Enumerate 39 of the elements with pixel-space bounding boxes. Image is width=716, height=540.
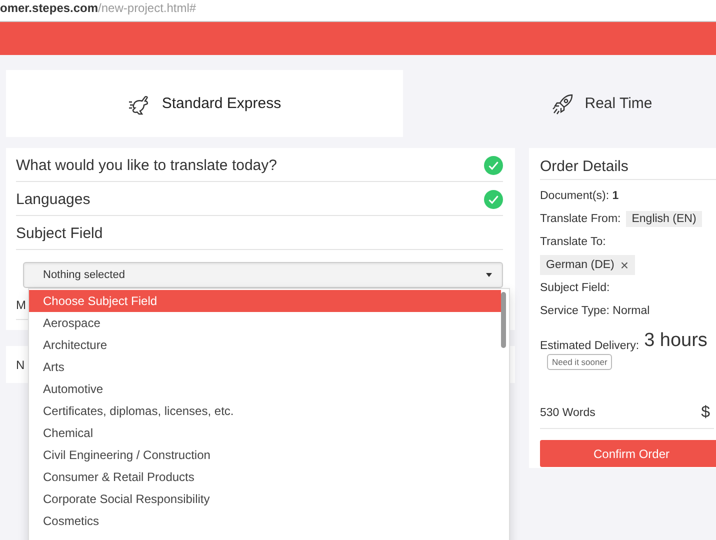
field-label: Subject Field: — [540, 282, 610, 294]
panel-text: N — [16, 358, 25, 372]
dropdown-option[interactable]: Consumer & Retail Products — [29, 466, 501, 488]
word-count: 530 Words — [540, 407, 596, 419]
dropdown-option[interactable]: Aerospace — [29, 312, 501, 334]
check-icon — [484, 156, 503, 175]
panel-title: Order Details — [540, 148, 716, 180]
dropdown-option[interactable]: Chemical — [29, 422, 501, 444]
step-title: What would you like to translate today? — [16, 157, 277, 174]
dropdown-option[interactable]: Certificates, diplomas, licenses, etc. — [29, 400, 501, 422]
documents-text: Document(s): 1 — [540, 190, 619, 202]
price-text: $ — [701, 404, 710, 422]
language-chip: German (DE) × — [540, 254, 635, 274]
delivery-value: 3 hours — [644, 330, 708, 352]
dropdown-option[interactable]: Choose Subject Field — [29, 290, 501, 312]
caret-icon — [486, 273, 492, 277]
step-title: Subject Field — [16, 225, 103, 242]
check-icon — [484, 190, 503, 209]
field-label: Translate To: — [540, 236, 606, 248]
dropdown-option[interactable]: Architecture — [29, 334, 501, 356]
language-chip: English (EN) — [626, 210, 702, 226]
dropdown-option[interactable]: Corporate Social Responsibility — [29, 488, 501, 510]
subject-select[interactable]: Nothing selected — [23, 262, 503, 288]
confirm-order-button[interactable]: Confirm Order — [540, 440, 716, 467]
dropdown-option[interactable]: Cosmetics — [29, 510, 501, 532]
service-text: Service Type: Normal — [540, 304, 650, 316]
need-sooner-button[interactable]: Need it sooner — [547, 354, 612, 370]
step-title: M — [16, 298, 26, 312]
service-tab[interactable]: Standard Express — [6, 70, 403, 137]
step-title: Languages — [16, 191, 90, 208]
dropdown-option[interactable]: Automotive — [29, 378, 501, 400]
field-label: Translate From: — [540, 212, 621, 224]
dropdown-option[interactable]: Civil Engineering / Construction — [29, 444, 501, 466]
address-bar[interactable]: omer.stepes.com/new-project.html# — [0, 0, 716, 22]
field-label: Estimated Delivery: — [540, 340, 640, 352]
scrollbar-thumb[interactable] — [501, 292, 506, 348]
remove-icon[interactable]: × — [620, 256, 629, 272]
rocket-icon — [550, 92, 575, 116]
dropdown-option[interactable]: Arts — [29, 356, 501, 378]
